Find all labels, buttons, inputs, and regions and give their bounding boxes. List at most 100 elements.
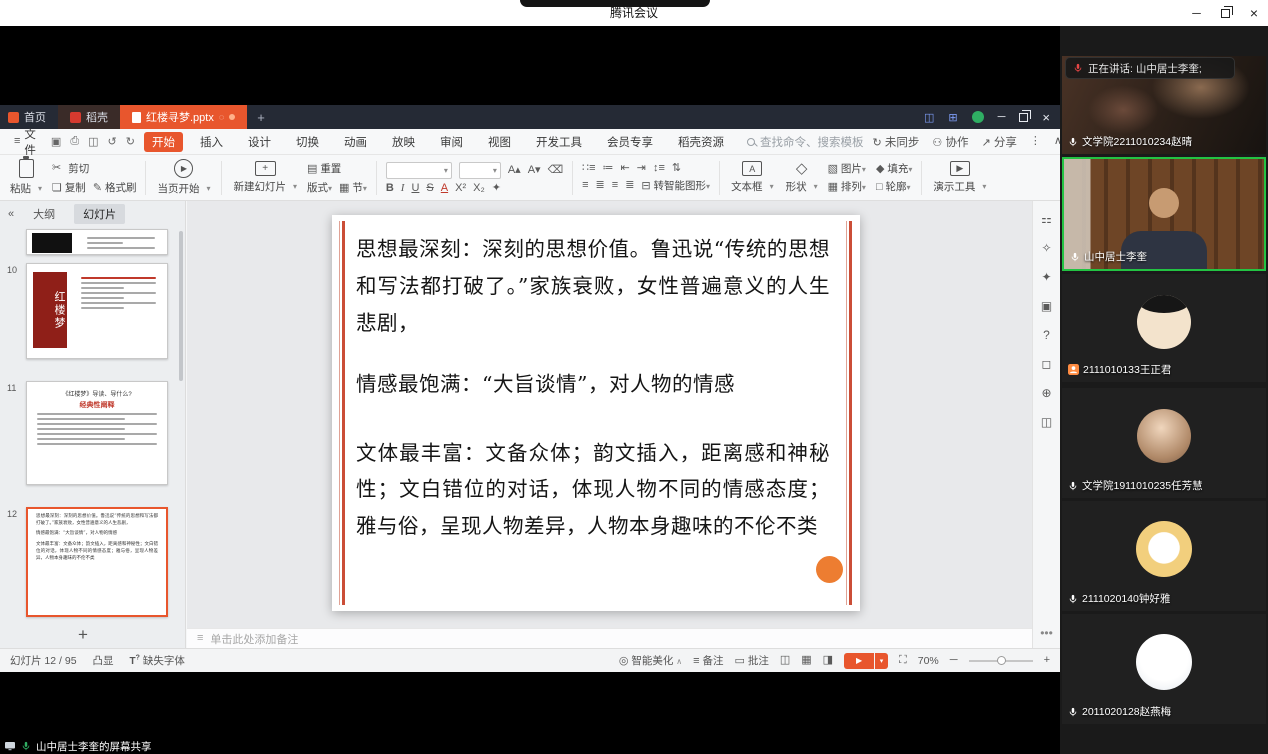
slide-thumb-10[interactable]: 红楼梦 <box>26 263 168 359</box>
new-tab-button[interactable]: + <box>247 105 275 129</box>
font-color-button[interactable]: A <box>441 183 448 194</box>
collab-button[interactable]: ⚇ 协作 <box>932 134 968 150</box>
tab-docer[interactable]: 稻壳 <box>58 105 120 129</box>
animation-pane-icon[interactable]: ✦ <box>1041 271 1051 283</box>
beautify-button[interactable]: ◎ 智能美化 ∧ <box>619 653 682 668</box>
comments-toggle[interactable]: ▭ 批注 <box>735 653 769 668</box>
restore-icon[interactable] <box>1221 9 1230 18</box>
properties-icon[interactable]: ⚏ <box>1041 213 1052 225</box>
bullets-icon[interactable]: ∷≡ <box>582 163 595 174</box>
account-avatar[interactable] <box>972 111 984 123</box>
menu-tab-member[interactable]: 会员专享 <box>599 132 661 152</box>
tab-document[interactable]: 红楼寻梦.pptx ◌ <box>120 105 247 129</box>
indent-increase-icon[interactable]: ⇥ <box>637 163 646 174</box>
clear-format-icon[interactable]: ⌫ <box>548 165 564 176</box>
redo-icon[interactable]: ↻ <box>126 135 135 148</box>
cut-button[interactable]: ✂ 剪切 <box>52 161 136 176</box>
zoom-knob[interactable] <box>997 656 1006 665</box>
view-sorter-icon[interactable]: ▦ <box>801 655 811 666</box>
zoom-in-icon[interactable]: + <box>1044 655 1050 666</box>
font-size-select[interactable]: ▾ <box>459 162 501 179</box>
present-tools-button[interactable]: ▶ 演示工具▾ <box>927 161 992 194</box>
section-button[interactable]: ▦ 节▾ <box>339 180 367 195</box>
missing-font-warning[interactable]: T? 缺失字体 <box>130 653 185 668</box>
command-search[interactable]: 查找命令、搜索模板 <box>747 134 864 150</box>
slideshow-play-button[interactable]: ▶ <box>844 653 874 669</box>
reference-icon[interactable]: ◫ <box>1041 416 1052 428</box>
bold-button[interactable]: B <box>386 183 394 194</box>
apps-grid-icon[interactable]: ⊞ <box>948 111 957 124</box>
undo-icon[interactable]: ↺ <box>108 135 117 148</box>
participant-video[interactable]: 2011020128赵燕梅 <box>1062 614 1266 724</box>
menu-tab-animation[interactable]: 动画 <box>336 132 375 152</box>
align-left-icon[interactable]: ≡ <box>582 180 588 191</box>
sync-status[interactable]: ↻ 未同步 <box>872 134 919 150</box>
menu-tab-insert[interactable]: 插入 <box>192 132 231 152</box>
slide-thumb-partial[interactable] <box>26 229 168 255</box>
menu-tab-start[interactable]: 开始 <box>144 132 183 152</box>
line-spacing-icon[interactable]: ↕≡ <box>653 163 665 174</box>
menu-tab-devtools[interactable]: 开发工具 <box>528 132 590 152</box>
picture-button[interactable]: ▧ 图片▾ <box>828 161 866 176</box>
textbox-button[interactable]: A 文本框▾ <box>725 161 780 194</box>
wps-minimize-icon[interactable]: ─ <box>998 112 1006 123</box>
align-right-icon[interactable]: ≡ <box>612 180 618 191</box>
collapse-panel-icon[interactable]: « <box>8 209 14 220</box>
orange-marker-dot[interactable] <box>816 556 843 583</box>
indent-decrease-icon[interactable]: ⇤ <box>621 163 630 174</box>
outline-tab[interactable]: 大纲 <box>24 204 64 224</box>
view-normal-icon[interactable]: ◫ <box>780 655 790 666</box>
decrease-font-icon[interactable]: A▾ <box>528 165 541 176</box>
increase-font-icon[interactable]: A▴ <box>508 165 521 176</box>
more-tools-icon[interactable]: ••• <box>1040 626 1053 640</box>
menu-tab-docer-res[interactable]: 稻壳资源 <box>670 132 732 152</box>
italic-button[interactable]: I <box>401 183 405 194</box>
wps-restore-icon[interactable] <box>1019 113 1028 122</box>
add-slide-button[interactable]: + <box>78 625 88 645</box>
share-button[interactable]: ↗ 分享 <box>981 134 1016 150</box>
effects-icon[interactable]: ✧ <box>1041 242 1051 254</box>
save-icon[interactable]: ▣ <box>51 135 61 148</box>
view-reading-icon[interactable]: ◨ <box>823 655 833 666</box>
zoom-slider[interactable] <box>969 660 1033 662</box>
menu-tab-review[interactable]: 审阅 <box>432 132 471 152</box>
slide-text-block[interactable]: 思想最深刻：深刻的思想价值。鲁迅说“传统的思想和写法都打破了。”家族衰败，女性普… <box>356 231 830 545</box>
menu-tab-view[interactable]: 视图 <box>480 132 519 152</box>
slide-thumb-11[interactable]: 《红楼梦》导读、导什么? 经典性阐释 <box>26 381 168 485</box>
subscript-button[interactable]: X₂ <box>473 183 485 194</box>
wps-close-icon[interactable]: × <box>1042 111 1050 124</box>
minimize-icon[interactable]: ─ <box>1192 7 1201 19</box>
justify-icon[interactable]: ≣ <box>625 180 634 191</box>
close-icon[interactable]: × <box>1250 6 1258 20</box>
text-direction-icon[interactable]: ⇅ <box>672 163 681 174</box>
fill-button[interactable]: ◆ 填充▾ <box>876 161 912 176</box>
participant-video[interactable]: 2111020140钟好雅 <box>1062 501 1266 611</box>
zoom-level[interactable]: 70% <box>918 655 939 667</box>
outline-button[interactable]: □ 轮廓▾ <box>876 179 912 194</box>
format-painter-button[interactable]: ✎ 格式刷 <box>93 180 137 195</box>
reset-button[interactable]: ▤ 重置 <box>307 161 341 176</box>
selection-pane-icon[interactable]: ▣ <box>1041 300 1052 312</box>
paste-button[interactable]: 粘贴▾ <box>4 159 48 196</box>
text-effect-icon[interactable]: ✦ <box>492 183 501 194</box>
slideshow-play-dropdown[interactable]: ▾ <box>875 653 888 669</box>
comment-pane-icon[interactable]: ◻ <box>1042 358 1052 370</box>
highlight-toggle[interactable]: 凸显 <box>93 653 114 668</box>
help-icon[interactable]: ? <box>1043 329 1050 341</box>
underline-button[interactable]: U <box>411 183 419 194</box>
more-menu-icon[interactable]: ⋮ <box>1030 136 1041 147</box>
strike-button[interactable]: S <box>426 183 433 194</box>
print-icon[interactable]: ⎙ <box>70 135 79 148</box>
menu-tab-slideshow[interactable]: 放映 <box>384 132 423 152</box>
copy-button[interactable]: ❏ 复制 <box>52 180 86 195</box>
menu-tab-design[interactable]: 设计 <box>240 132 279 152</box>
align-center-icon[interactable]: ≣ <box>596 180 605 191</box>
current-slide[interactable]: 思想最深刻：深刻的思想价值。鲁迅说“传统的思想和写法都打破了。”家族衰败，女性普… <box>332 215 860 611</box>
notes-toggle[interactable]: ≡ 备注 <box>693 653 723 668</box>
new-slide-button[interactable]: + 新建幻灯片▾ <box>227 161 303 194</box>
superscript-button[interactable]: X² <box>455 183 466 194</box>
participant-video[interactable]: 文学院1911010235任芳慧 <box>1062 388 1266 498</box>
slide-canvas[interactable]: 思想最深刻：深刻的思想价值。鲁迅说“传统的思想和写法都打破了。”家族衰败，女性普… <box>187 201 1032 628</box>
zoom-out-icon[interactable]: ─ <box>950 655 958 666</box>
notes-bar[interactable]: ≡ 单击此处添加备注 <box>187 628 1032 648</box>
